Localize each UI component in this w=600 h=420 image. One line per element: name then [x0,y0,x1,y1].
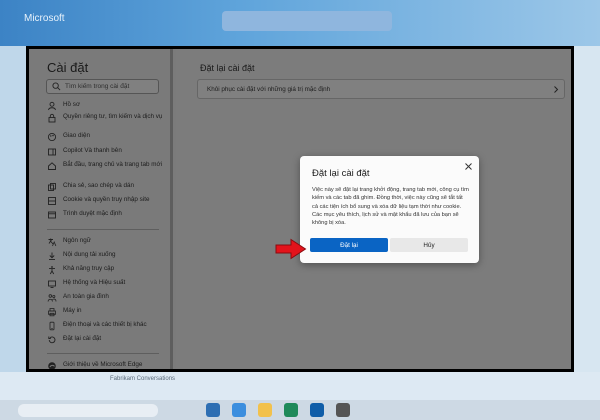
restore-defaults-label: Khôi phục cài đặt với những giá trị mặc … [207,86,331,93]
cancel-button[interactable]: Hủy [390,238,468,252]
edge-icon [48,362,56,369]
sidebar-item-label: Đặt lại cài đặt [63,335,102,342]
background-right-edge [574,46,600,420]
sidebar-item-label: Hồ sơ [63,101,81,108]
sidebar-item-about-edge[interactable]: Giới thiệu về Microsoft Edge [47,361,169,369]
printer-icon [48,308,56,317]
taskbar-search [18,404,158,417]
reset-confirm-button[interactable]: Đặt lại [310,238,388,252]
taskbar-app-icon [310,403,324,417]
appearance-icon [47,132,57,142]
settings-search-box[interactable] [46,79,159,94]
sidebar-item-label: Giao diện [63,132,90,139]
taskbar-app-icon [284,403,298,417]
phone-icon [49,321,55,331]
sidebar-item-label: Quyền riêng tư, tìm kiếm và dịch vụ [63,113,163,120]
sidebar-item-downloads[interactable]: Nội dung tải xuống [47,251,169,261]
sidebar-item-label: Chia sẻ, sao chép và dán [63,182,135,189]
taskbar-app-icon [258,403,272,417]
background-left-edge [0,46,26,420]
page-title: Đặt lại cài đặt [200,63,255,73]
sidebar-item-label: Cookie và quyền truy nhập site [63,196,150,203]
sidebar-item-label: Giới thiệu về Microsoft Edge [63,361,143,368]
restore-defaults-row[interactable]: Khôi phục cài đặt với những giá trị mặc … [197,79,565,99]
close-icon[interactable] [464,162,473,171]
sidebar-item-label: Máy in [63,307,82,314]
sidebar-item-label: Nội dung tải xuống [63,251,116,258]
sidebar-item-phone-devices[interactable]: Điện thoại và các thiết bị khác [47,321,169,331]
sidebar-item-printers[interactable]: Máy in [47,307,169,317]
profile-icon [48,101,56,111]
sidebar-icon [48,148,56,156]
reset-icon [48,336,56,344]
sidebar-item-cookies[interactable]: Cookie và quyền truy nhập site [47,196,169,206]
search-icon [52,82,61,91]
sidebar-item-label: Ngôn ngữ [63,237,92,244]
sidebar-item-system[interactable]: Hệ thống và Hiệu suất [47,279,169,289]
sidebar-item-label: Điện thoại và các thiết bị khác [63,321,147,328]
sidebar-item-accessibility[interactable]: Khả năng truy cập [47,265,169,275]
taskbar-app-icon [336,403,350,417]
cookie-icon [48,197,56,205]
red-arrow-annotation [275,238,307,260]
dialog-message: Việc này sẽ đặt lại trang khởi động, tra… [312,187,469,227]
sidebar-item-languages[interactable]: Ngôn ngữ [47,237,169,247]
accessibility-icon [49,266,55,275]
nav-divider [47,229,159,230]
sidebar-item-start-home[interactable]: Bắt đầu, trang chủ và trang tab mới [47,161,169,171]
sidebar-item-label: Copilot Và thanh bên [63,147,122,154]
sidebar-item-profile[interactable]: Hồ sơ [47,101,169,111]
download-icon [49,252,55,260]
background-browser-header: Microsoft [0,0,600,46]
chevron-right-icon [554,86,559,93]
dialog-title: Đặt lại cài đặt [312,168,370,179]
sidebar-item-label: An toàn gia đình [63,293,109,300]
sidebar-item-default-browser[interactable]: Trình duyệt mặc định [47,210,169,220]
family-icon [47,294,57,302]
nav-divider [47,353,159,354]
taskbar [0,400,600,420]
reset-settings-dialog: Đặt lại cài đặt Việc này sẽ đặt lại tran… [300,156,479,263]
browser-icon [48,211,56,219]
background-app-title: Microsoft [24,13,65,24]
sidebar-item-family[interactable]: An toàn gia đình [47,293,169,303]
background-bottom-text: Fabrikam Conversations [110,376,176,382]
sidebar-item-share[interactable]: Chia sẻ, sao chép và dán [47,182,169,192]
language-icon [48,238,57,247]
taskbar-app-icon [206,403,220,417]
sidebar-item-privacy[interactable]: Quyền riêng tư, tìm kiếm và dịch vụ [47,113,169,123]
settings-search-input[interactable] [65,81,155,92]
system-icon [48,280,56,288]
settings-title: Cài đặt [47,60,89,75]
settings-sidebar: Cài đặt Hồ sơ Quyền riêng tư, tìm kiếm v… [29,49,173,369]
sidebar-item-label: Bắt đầu, trang chủ và trang tab mới [63,161,162,168]
sidebar-item-label: Trình duyệt mặc định [63,210,122,217]
background-search-bar [222,11,392,31]
sidebar-item-appearance[interactable]: Giao diện [47,132,169,142]
sidebar-item-copilot[interactable]: Copilot Và thanh bên [47,147,169,157]
taskbar-app-icon [232,403,246,417]
lock-icon [48,113,56,123]
sidebar-item-reset-settings[interactable]: Đặt lại cài đặt [47,335,169,345]
share-icon [48,183,56,191]
home-icon [48,162,56,170]
sidebar-item-label: Hệ thống và Hiệu suất [63,279,126,286]
sidebar-item-label: Khả năng truy cập [63,265,115,272]
